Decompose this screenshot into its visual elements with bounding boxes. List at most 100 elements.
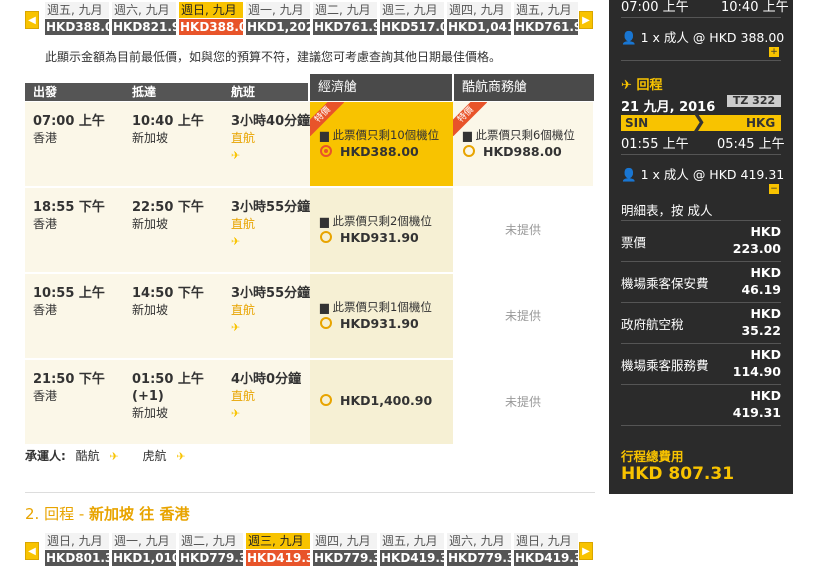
expand-icon[interactable]: + [769, 43, 779, 57]
plane-icon: ✈ [231, 235, 241, 248]
total-amount: HKD 807.31 [621, 464, 735, 484]
unavailable-label: 未提供 [504, 223, 541, 237]
date-price: HKD419.3 [514, 550, 578, 566]
date-label: 週三, 九月 [380, 2, 444, 18]
radio-selected-icon[interactable] [320, 145, 332, 157]
radio-icon[interactable] [463, 145, 475, 157]
carriers-legend: 承運人: 酷航 ✈ 虎航 ✈ [25, 447, 186, 464]
business-fare-cell: 未提供 [453, 360, 593, 444]
date-price: HKD779.3 [179, 550, 243, 566]
fare-option[interactable]: HKD1,400.90 [320, 393, 432, 408]
date-label: 週日, 九月 [514, 533, 578, 549]
return-date-strip: ◀ 週日, 九月 HKD801.3 週一, 九月 HKD1,010 週二, 九月 HKD7… [25, 533, 595, 566]
divider [621, 154, 781, 155]
date-price: HKD761.9 [514, 19, 578, 35]
business-fare-cell[interactable]: 特價 ▆ 此票價只剩6個機位 HKD988.00 [453, 102, 593, 186]
date-option[interactable]: 週四, 九月 HKD1,041 [447, 2, 511, 35]
total-label: 行程總費用 [621, 449, 684, 464]
economy-fare-cell[interactable]: HKD1,400.90 [310, 360, 453, 444]
fare-option[interactable]: HKD931.90 [320, 230, 419, 245]
return-dep-time: 01:55 上午 [621, 137, 689, 152]
radio-icon[interactable] [320, 394, 332, 406]
date-label: 週三, 九月 [246, 533, 310, 549]
flight-type: 直航 [231, 217, 256, 231]
return-pax: 👤 1 x 成人 @ HKD 419.31 [621, 167, 785, 182]
date-price: HKD388.0 [45, 19, 109, 35]
fare-line-currency: HKD [750, 265, 781, 280]
radio-icon[interactable] [320, 231, 332, 243]
date-label: 週四, 九月 [313, 533, 377, 549]
duration: 3小時55分鐘 [231, 286, 311, 301]
fare-option[interactable]: HKD388.00 [320, 144, 419, 159]
arr-next-day: (+1) [132, 389, 164, 404]
business-fare-cell: 未提供 [453, 188, 593, 272]
fare-line-amount: 114.90 [732, 364, 781, 379]
next-date-arrow[interactable]: ▶ [579, 11, 593, 29]
economy-fare-cell[interactable]: ▆ 此票價只剩1個機位 HKD931.90 [310, 274, 453, 358]
date-option[interactable]: 週一, 九月 HKD1,010 [112, 533, 176, 566]
prev-date-arrow[interactable]: ◀ [25, 542, 39, 560]
date-label: 週六, 九月 [447, 533, 511, 549]
price-notice: 此顯示金額為目前最低價，如與您的預算不符，建議您可考慮查詢其他日期最佳價格。 [45, 50, 502, 64]
date-label: 週一, 九月 [112, 533, 176, 549]
table-row: 10:55 上午 香港 14:50 下午 新加坡 3小時55分鐘 直航 ✈ ▆ 此票價只… [25, 274, 593, 358]
date-price: HKD1,041 [447, 19, 511, 35]
date-option[interactable]: 週四, 九月 HKD779.3 [313, 533, 377, 566]
carriers-label: 承運人: [25, 449, 66, 463]
date-option[interactable]: 週五, 九月 HKD419.3 [380, 533, 444, 566]
fare-option[interactable]: HKD988.00 [463, 144, 562, 159]
economy-fare-cell[interactable]: ▆ 此票價只剩2個機位 HKD931.90 [310, 188, 453, 272]
unavailable-label: 未提供 [504, 309, 541, 323]
date-option[interactable]: 週三, 九月 HKD517.0 [380, 2, 444, 35]
route-bar: SIN ❯ HKG [621, 112, 781, 132]
economy-fare-cell[interactable]: 特價 ▆ 此票價只剩10個機位 HKD388.00 [310, 102, 453, 186]
next-date-arrow[interactable]: ▶ [579, 542, 593, 560]
person-icon: 👤 [621, 30, 637, 45]
dep-time: 21:50 下午 [33, 372, 105, 387]
unavailable-label: 未提供 [504, 395, 541, 409]
divider [621, 425, 781, 426]
carrier-b: 虎航 [142, 449, 167, 463]
date-price: HKD388.0 [179, 19, 243, 35]
date-option[interactable]: 週六, 九月 HKD821.9 [112, 2, 176, 35]
date-option[interactable]: 週一, 九月 HKD1,202 [246, 2, 310, 35]
fare-option[interactable]: HKD931.90 [320, 316, 419, 331]
date-option[interactable]: 週日, 九月 HKD801.3 [45, 533, 109, 566]
flight-number-badge: TZ 322 [727, 95, 781, 107]
prev-date-arrow[interactable]: ◀ [25, 11, 39, 29]
date-option[interactable]: 週六, 九月 HKD779.3 [447, 533, 511, 566]
date-option[interactable]: 週日, 九月 HKD419.3 [514, 533, 578, 566]
collapse-icon[interactable]: − [769, 180, 779, 194]
date-option[interactable]: 週五, 九月 HKD388.0 [45, 2, 109, 35]
plane-icon: ✈ [231, 149, 241, 162]
booking-summary-sidebar: 07:00 上午 10:40 上午 👤 1 x 成人 @ HKD 388.00 … [609, 0, 793, 494]
plane-icon: ✈ [231, 321, 241, 334]
date-option[interactable]: 週二, 九月 HKD779.3 [179, 533, 243, 566]
date-label: 週五, 九月 [380, 533, 444, 549]
date-option[interactable]: 週日, 九月 HKD388.0 [179, 2, 243, 35]
seat-icon: ▆ [320, 214, 329, 228]
arr-time: 10:40 上午 [132, 114, 204, 129]
divider [621, 17, 781, 18]
date-option[interactable]: 週五, 九月 HKD761.9 [514, 2, 578, 35]
date-option[interactable]: 週二, 九月 HKD761.9 [313, 2, 377, 35]
plane-icon: ✈ [109, 450, 119, 463]
outbound-date-strip: ◀ 週五, 九月 HKD388.0 週六, 九月 HKD821.9 週日, 九月 HKD3… [25, 2, 595, 35]
radio-icon[interactable] [320, 317, 332, 329]
date-price: HKD761.9 [313, 19, 377, 35]
fare-line-label: 政府航空稅 [621, 317, 684, 332]
fare-line-currency: HKD [750, 388, 781, 403]
date-option[interactable]: 週三, 九月 HKD419.3 [246, 533, 310, 566]
arr-city: 新加坡 [132, 303, 169, 317]
date-label: 週五, 九月 [45, 2, 109, 18]
fare-line-label: 票價 [621, 235, 647, 250]
summary-pax: 👤 1 x 成人 @ HKD 388.00 [621, 30, 785, 45]
seat-icon: ▆ [320, 128, 329, 142]
duration: 3小時40分鐘 [231, 114, 311, 129]
dep-time: 10:55 上午 [33, 286, 105, 301]
divider [25, 492, 595, 493]
dep-time: 18:55 下午 [33, 200, 105, 215]
date-label: 週二, 九月 [313, 2, 377, 18]
seats-left: ▆ 此票價只剩1個機位 [320, 300, 432, 314]
route-from: SIN [625, 116, 649, 130]
